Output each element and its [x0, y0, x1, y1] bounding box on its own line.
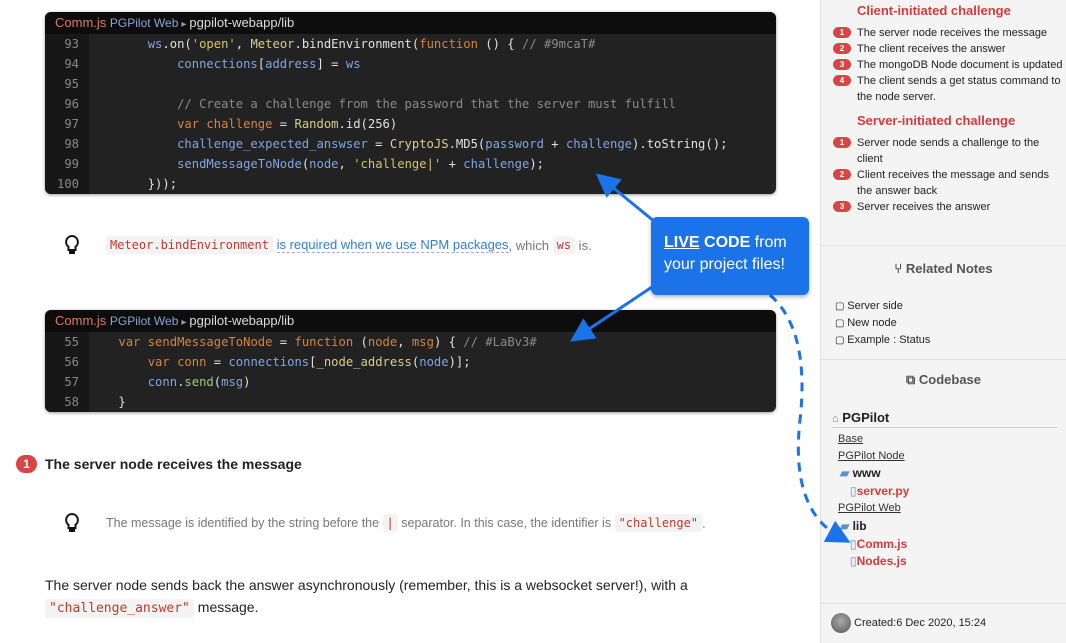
- callout-text: CODE: [699, 234, 751, 251]
- live-code-callout: LIVE CODE from your project files!: [651, 217, 809, 295]
- arrow: [570, 283, 656, 342]
- callout-text: your project files!: [664, 256, 785, 273]
- callout-text: from: [750, 234, 787, 251]
- annotation-arrows: [570, 173, 851, 543]
- dashed-arrow: [769, 293, 851, 543]
- callout-text: LIVE: [664, 234, 700, 251]
- arrow: [595, 173, 656, 224]
